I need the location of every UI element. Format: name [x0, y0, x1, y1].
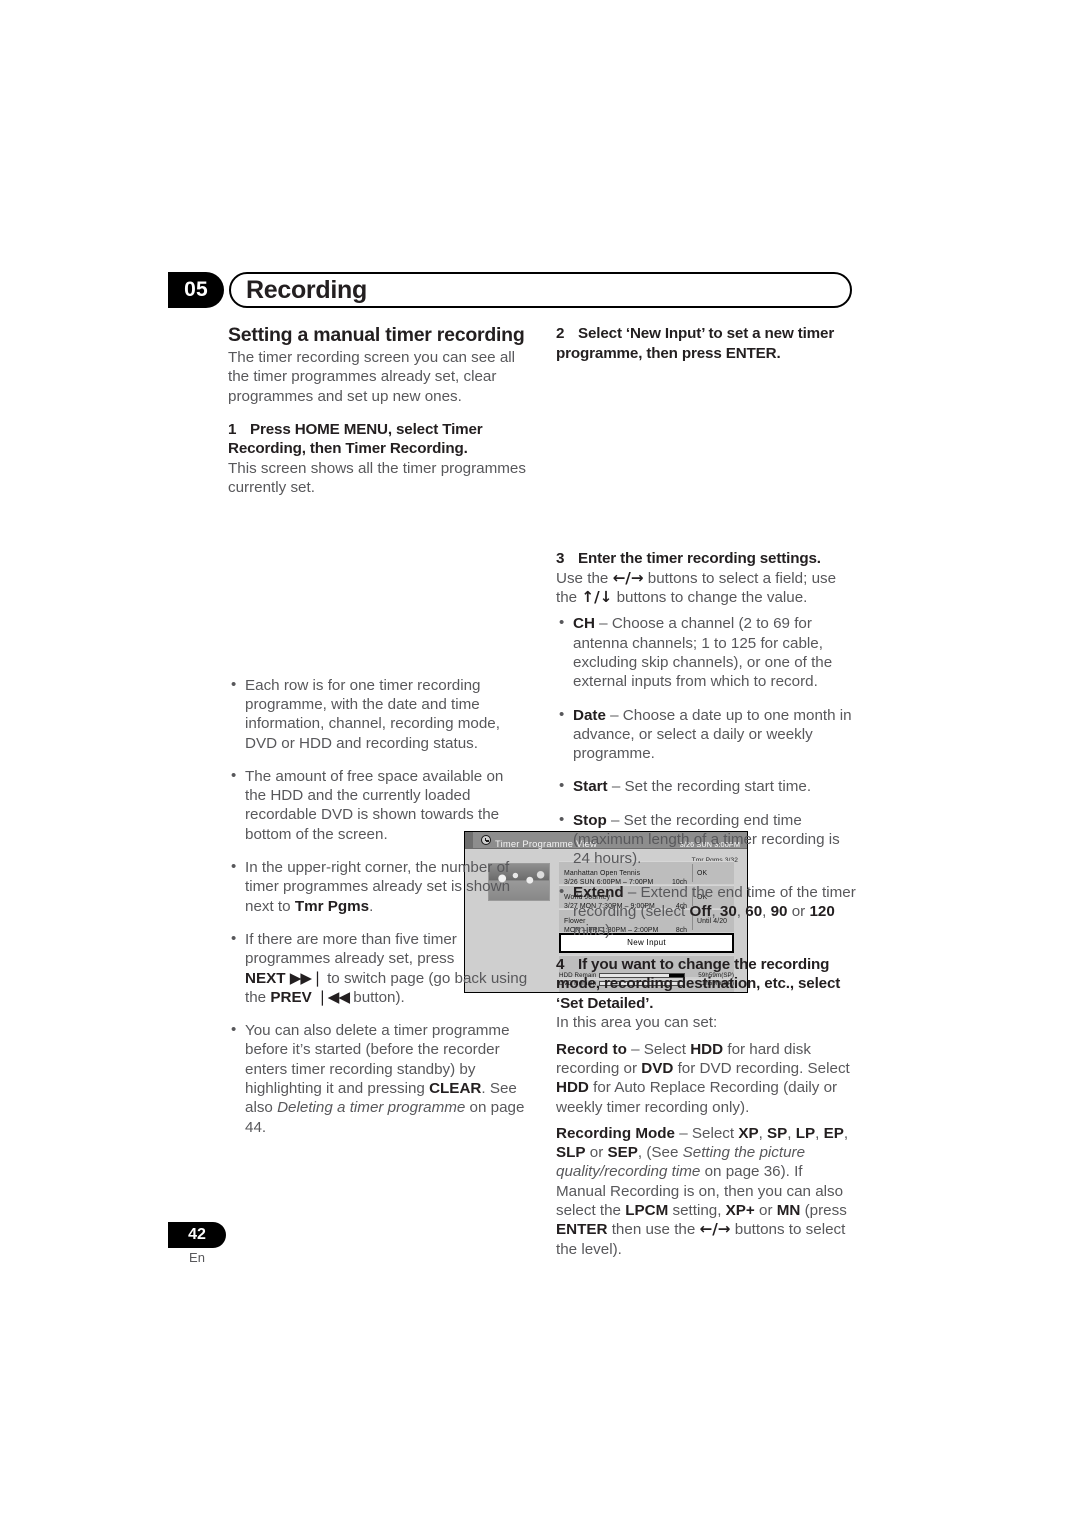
extend-option-30: 30	[719, 902, 737, 920]
page-language-label: En	[189, 1250, 205, 1265]
list-item: Each row is for one timer recording prog…	[228, 675, 528, 753]
bullet3-pre: In the upper-right corner, the number of…	[245, 859, 511, 915]
step-1-body: This screen shows all the timer programm…	[228, 460, 526, 497]
step-1-number: 1	[228, 420, 237, 438]
field-term-stop: Stop	[573, 811, 607, 829]
extend-option-off: Off	[689, 902, 712, 920]
step-2-number: 2	[556, 325, 565, 342]
record-to-hdd: HDD	[690, 1040, 724, 1058]
rec-mode-6: (press	[800, 1201, 847, 1219]
rec-mode-mn: MN	[776, 1201, 801, 1219]
list-item-ch: CH – Choose a channel (2 to 69 for anten…	[556, 613, 856, 691]
record-to-dvd: DVD	[641, 1059, 674, 1077]
step-2-text: Select ‘New Input’ to set a new timer pr…	[556, 325, 835, 362]
step-3-body: Use the ←/→ buttons to select a field; u…	[556, 569, 856, 608]
bullet3-term: Tmr Pgms	[294, 897, 370, 915]
list-item-extend: Extend – Extend the end time of the time…	[556, 882, 856, 941]
field-term-ch: CH	[573, 615, 595, 633]
step-1-text: Press HOME MENU, select Timer Recording,…	[228, 420, 483, 458]
rec-mode-ep: EP	[823, 1124, 844, 1142]
extend-post: mins).	[573, 922, 615, 940]
step-2-heading: 2 Select ‘New Input’ to set a new timer p…	[556, 324, 856, 363]
rec-mode-lpcm: LPCM	[625, 1201, 669, 1219]
section-title: Setting a manual timer recording	[228, 324, 525, 346]
rec-mode-sp: SP	[767, 1124, 788, 1142]
rec-mode-7: then use the	[607, 1221, 700, 1239]
step-3-number: 3	[556, 550, 565, 568]
rec-mode-enter: ENTER	[556, 1221, 608, 1239]
next-button-label: NEXT	[245, 969, 286, 987]
step-4-number: 4	[556, 955, 565, 973]
rec-mode-2: , (See	[637, 1144, 683, 1162]
record-to-paragraph: Record to – Select HDD for hard disk rec…	[556, 1040, 856, 1117]
record-to-term: Record to	[556, 1040, 627, 1058]
extend-mid: or	[787, 902, 810, 920]
prev-track-icon: ❘◀◀	[315, 987, 350, 1006]
step-1-heading: 1 Press HOME MENU, select Timer Recording…	[228, 420, 528, 459]
list-item: The amount of free space available on th…	[228, 766, 528, 844]
bullet4-pre: If there are more than five timer progra…	[245, 930, 457, 968]
recording-mode-term: Recording Mode	[556, 1124, 675, 1142]
step-3-heading: 3 Enter the timer recording settings.	[556, 549, 856, 569]
cross-reference: Deleting a timer programme	[277, 1099, 466, 1117]
field-desc-start: – Set the recording start time.	[607, 778, 812, 796]
left-column: Setting a manual timer recording The tim…	[228, 324, 748, 1137]
manual-page: 05 Recording Setting a manual timer reco…	[0, 0, 1080, 1528]
rec-mode-xp: XP	[738, 1124, 759, 1142]
field-term-date: Date	[573, 706, 606, 724]
left-right-arrow-icon: ←/→	[699, 1220, 731, 1239]
clear-button-label: CLEAR	[429, 1080, 482, 1098]
bullet3-post: .	[369, 897, 374, 915]
section-intro: The timer recording screen you can see a…	[228, 349, 516, 405]
recording-mode-paragraph: Recording Mode – Select XP, SP, LP, EP, …	[556, 1124, 849, 1258]
up-down-arrow-icon: ↑/↓	[581, 588, 613, 607]
record-to-1: – Select	[626, 1040, 691, 1058]
left-bullet-list: Each row is for one timer recording prog…	[228, 675, 528, 1137]
chapter-number-badge: 05	[168, 272, 224, 308]
step-4-text: If you want to change the recording mode…	[556, 955, 841, 1012]
step3-post: buttons to change the value.	[612, 589, 808, 607]
field-desc-date: – Choose a date up to one month in advan…	[573, 706, 852, 763]
page-number-badge: 42	[168, 1222, 226, 1248]
rec-mode-5: or	[754, 1201, 777, 1219]
list-item-date: Date – Choose a date up to one month in …	[556, 705, 856, 764]
step3-pre: Use the	[556, 569, 613, 587]
record-to-hdd-2: HDD	[556, 1079, 589, 1097]
next-track-icon: ▶▶❘	[289, 968, 324, 987]
field-desc-stop: – Set the recording end time (maximum le…	[573, 811, 840, 868]
list-item: In the upper-right corner, the number of…	[228, 857, 528, 916]
step-3-text: Enter the timer recording settings.	[578, 550, 821, 568]
list-item: You can also delete a timer programme be…	[228, 1020, 528, 1137]
list-item-start: Start – Set the recording start time.	[556, 776, 856, 796]
rec-mode-slp: SLP	[556, 1144, 586, 1162]
rec-mode-xp-plus: XP+	[725, 1201, 755, 1219]
bullet4-post: button).	[349, 988, 405, 1006]
step-4-body: In this area you can set:	[556, 1014, 718, 1032]
field-term-extend: Extend	[573, 883, 624, 901]
rec-mode-lp: LP	[795, 1124, 816, 1142]
field-bullet-list: CH – Choose a channel (2 to 69 for anten…	[556, 613, 856, 941]
list-item-stop: Stop – Set the recording end time (maxim…	[556, 810, 856, 869]
step-4-heading: 4 If you want to change the recording mod…	[556, 955, 856, 1014]
rec-mode-sep: SEP	[607, 1144, 638, 1162]
rec-mode-or: or	[585, 1144, 608, 1162]
list-item: If there are more than five timer progra…	[228, 929, 528, 1007]
chapter-header: 05 Recording	[168, 272, 852, 308]
left-right-arrow-icon: ←/→	[612, 568, 644, 587]
extend-option-120: 120	[809, 902, 835, 920]
record-to-3: for DVD recording. Select	[673, 1059, 850, 1077]
field-term-start: Start	[573, 778, 608, 796]
page-title: Recording	[246, 275, 367, 304]
prev-button-label: PREV	[270, 988, 312, 1006]
rec-mode-1: – Select	[674, 1124, 739, 1142]
right-column: 2 Select ‘New Input’ to set a new timer p…	[556, 324, 856, 1259]
field-desc-ch: – Choose a channel (2 to 69 for antenna …	[573, 615, 833, 691]
record-to-4: for Auto Replace Recording (daily or wee…	[556, 1079, 838, 1116]
extend-option-60: 60	[745, 902, 763, 920]
extend-option-90: 90	[770, 902, 788, 920]
rec-mode-4: setting,	[668, 1201, 726, 1219]
